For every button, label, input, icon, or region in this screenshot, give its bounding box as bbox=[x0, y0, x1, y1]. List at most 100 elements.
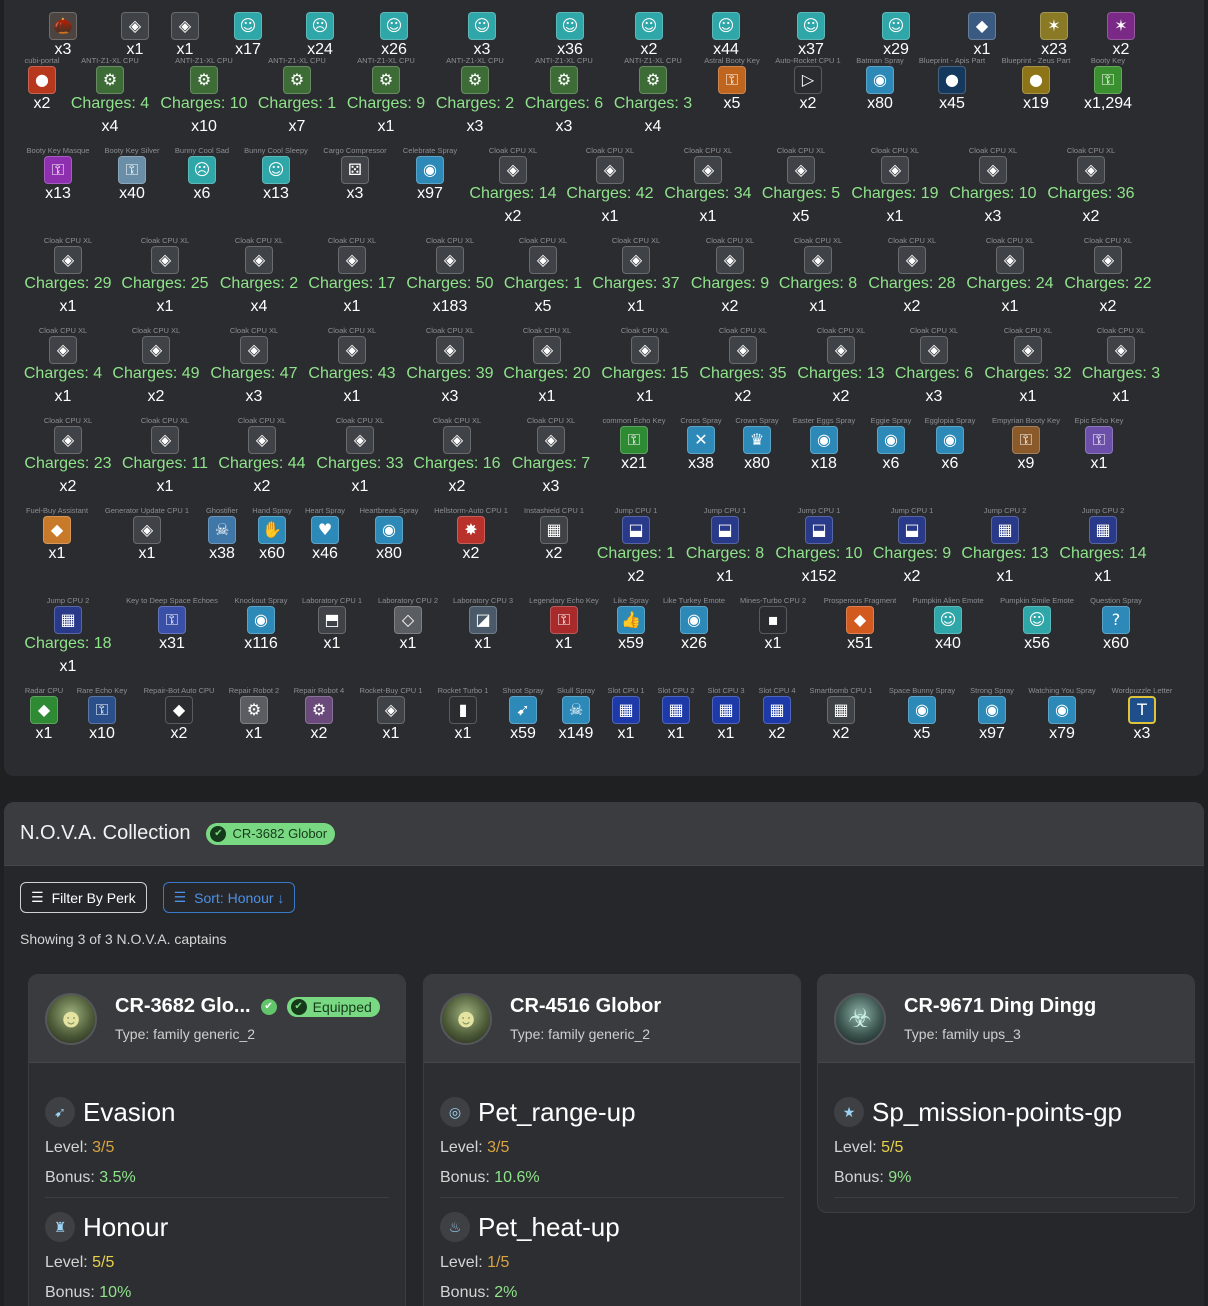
item-charges: Charges: 36 bbox=[1047, 185, 1135, 202]
item-quantity: x5 bbox=[723, 95, 741, 112]
item-quantity: x1 bbox=[138, 545, 156, 562]
perk-list: ➹ Evasion Level: 3/5 Bonus: 3.5% ♜ Honour Leve… bbox=[29, 1063, 405, 1306]
filter-icon: ☰ bbox=[31, 889, 44, 905]
item-charges: Charges: 6 bbox=[524, 95, 604, 112]
perk-level: 5/5 bbox=[881, 1139, 904, 1156]
perk-bonus: 10% bbox=[99, 1284, 132, 1301]
card-header: ☻ CR-4516 Globor Type: family generic_2 bbox=[424, 975, 800, 1063]
item-name: Cloak CPU XL bbox=[425, 236, 475, 245]
item-name: Jump CPU 1 bbox=[614, 506, 658, 515]
item-icon: ◈ bbox=[979, 156, 1007, 184]
item-quantity: x1 bbox=[156, 478, 174, 495]
item-quantity: x3 bbox=[555, 118, 573, 135]
item-quantity: x3 bbox=[346, 185, 364, 202]
item-quantity: x1,294 bbox=[1083, 95, 1133, 112]
item-quantity: x1 bbox=[886, 208, 904, 225]
item-charges: Charges: 2 bbox=[219, 275, 299, 292]
item-icon: ◈ bbox=[1014, 336, 1042, 364]
inventory-item[interactable]: Epic Echo Key ⚿ x1 bbox=[1039, 416, 1159, 474]
perk-item: ➹ Evasion Level: 3/5 Bonus: 3.5% bbox=[45, 1097, 389, 1198]
item-charges: Charges: 42 bbox=[566, 185, 654, 202]
item-icon: ▦ bbox=[540, 516, 568, 544]
item-icon: ◈ bbox=[54, 426, 82, 454]
level-label: Level: bbox=[834, 1139, 877, 1156]
item-name: Cloak CPU XL bbox=[43, 416, 93, 425]
item-quantity: x2 bbox=[310, 725, 328, 742]
item-icon: ◇ bbox=[394, 606, 422, 634]
item-quantity: x2 bbox=[1082, 208, 1100, 225]
inventory-item[interactable]: Cloak CPU XL ◈ Charges: 3 x1 bbox=[1061, 326, 1181, 407]
level-label: Level: bbox=[45, 1139, 88, 1156]
item-name: Cloak CPU XL bbox=[718, 326, 768, 335]
card-header: ☣ CR-9671 Ding Dingg Type: family ups_3 bbox=[818, 975, 1194, 1063]
equipped-captain-badge: ✔ CR-3682 Globor bbox=[206, 822, 336, 845]
item-icon: ◈ bbox=[436, 246, 464, 274]
item-icon: ⚙ bbox=[550, 66, 578, 94]
item-icon: ◈ bbox=[248, 426, 276, 454]
item-icon: ⚿ bbox=[88, 696, 116, 724]
item-icon: 🌰 bbox=[49, 12, 77, 40]
perk-list: ◎ Pet_range-up Level: 3/5 Bonus: 10.6% ♨ Pet_… bbox=[424, 1063, 800, 1306]
item-name: Cloak CPU XL bbox=[985, 236, 1035, 245]
item-quantity: x1 bbox=[809, 298, 827, 315]
inventory-item[interactable]: Jump CPU 2 ▦ Charges: 18 x1 bbox=[8, 596, 128, 677]
bonus-label: Bonus: bbox=[45, 1284, 95, 1301]
item-charges: Charges: 13 bbox=[961, 545, 1049, 562]
inventory-item[interactable]: Question Spray? x60 bbox=[1056, 596, 1176, 654]
inventory-item[interactable]: Cloak CPU XL ◈ Charges: 22 x2 bbox=[1048, 236, 1168, 317]
item-quantity: x1 bbox=[996, 568, 1014, 585]
item-quantity: x1 bbox=[627, 298, 645, 315]
perk-level: 3/5 bbox=[487, 1139, 510, 1156]
item-icon: ◉ bbox=[866, 66, 894, 94]
inventory-item[interactable]: Cloak CPU XL ◈ Charges: 36 x2 bbox=[1031, 146, 1151, 227]
item-quantity: x1 bbox=[474, 635, 492, 652]
perk-name: Evasion bbox=[83, 1097, 176, 1127]
item-quantity: x1 bbox=[1112, 388, 1130, 405]
item-icon: ◈ bbox=[596, 156, 624, 184]
item-quantity: x2 bbox=[147, 388, 165, 405]
nova-collection-panel: N.O.V.A. Collection ✔ CR-3682 Globor ☰ Fil… bbox=[4, 802, 1204, 1306]
item-name: Booty Key bbox=[1090, 56, 1126, 65]
captain-info: CR-9671 Ding Dingg Type: family ups_3 bbox=[904, 995, 1096, 1042]
perk-icon: ♨ bbox=[440, 1212, 470, 1242]
item-name: ANTI-Z1-XL CPU bbox=[357, 56, 415, 65]
item-charges: Charges: 20 bbox=[503, 365, 591, 382]
item-name: Cloak CPU XL bbox=[140, 416, 190, 425]
captain-card[interactable]: ☻ CR-4516 Globor Type: family generic_2 ◎ Pe… bbox=[423, 974, 801, 1306]
section-title: N.O.V.A. Collection bbox=[20, 822, 191, 844]
item-charges: Charges: 2 bbox=[435, 95, 515, 112]
perk-item: ♨ Pet_heat-up Level: 1/5 Bonus: 2% bbox=[440, 1212, 784, 1306]
item-quantity: x183 bbox=[432, 298, 468, 315]
item-icon: ⚙ bbox=[283, 66, 311, 94]
item-quantity: x3 bbox=[1133, 725, 1151, 742]
item-quantity: x2 bbox=[462, 545, 480, 562]
perk-level: 1/5 bbox=[487, 1254, 510, 1271]
perk-item: ◎ Pet_range-up Level: 3/5 Bonus: 10.6% bbox=[440, 1097, 784, 1198]
item-quantity: x1 bbox=[343, 388, 361, 405]
bonus-label: Bonus: bbox=[45, 1169, 95, 1186]
captain-card[interactable]: ☣ CR-9671 Ding Dingg Type: family ups_3 ★ Sp… bbox=[817, 974, 1195, 1213]
item-quantity: x152 bbox=[801, 568, 837, 585]
inventory-item[interactable]: ✶ x2 bbox=[1061, 2, 1181, 60]
item-quantity: x60 bbox=[1103, 635, 1129, 652]
item-icon: ▦ bbox=[827, 696, 855, 724]
item-icon: ⚿ bbox=[718, 66, 746, 94]
filter-by-perk-button[interactable]: ☰ Filter By Perk bbox=[20, 882, 147, 913]
item-name: Jump CPU 2 bbox=[46, 596, 90, 605]
item-quantity: x5 bbox=[534, 298, 552, 315]
item-charges: Charges: 5 bbox=[761, 185, 841, 202]
item-name: Cloak CPU XL bbox=[488, 146, 538, 155]
inventory-item[interactable]: Booty Key ⚿ x1,294 bbox=[1048, 56, 1168, 114]
item-quantity: x1 bbox=[48, 545, 66, 562]
item-name: Cloak CPU XL bbox=[327, 236, 377, 245]
item-icon: ☺ bbox=[1023, 606, 1051, 634]
item-charges: Charges: 35 bbox=[699, 365, 787, 382]
item-icon: ◈ bbox=[631, 336, 659, 364]
item-quantity: x19 bbox=[1023, 95, 1049, 112]
captain-card[interactable]: ☻ CR-3682 Glo... ✔ ✔ Equipped Type: family ge… bbox=[28, 974, 406, 1306]
sort-button[interactable]: ☰ Sort: Honour ↓ bbox=[162, 882, 296, 913]
inventory-item[interactable]: Wordpuzzle Letter Tx3 bbox=[1082, 686, 1202, 744]
inventory-item[interactable]: Jump CPU 2 ▦ Charges: 14 x1 bbox=[1043, 506, 1163, 587]
item-name: Epic Echo Key bbox=[1074, 416, 1124, 425]
item-charges: Charges: 29 bbox=[24, 275, 112, 292]
